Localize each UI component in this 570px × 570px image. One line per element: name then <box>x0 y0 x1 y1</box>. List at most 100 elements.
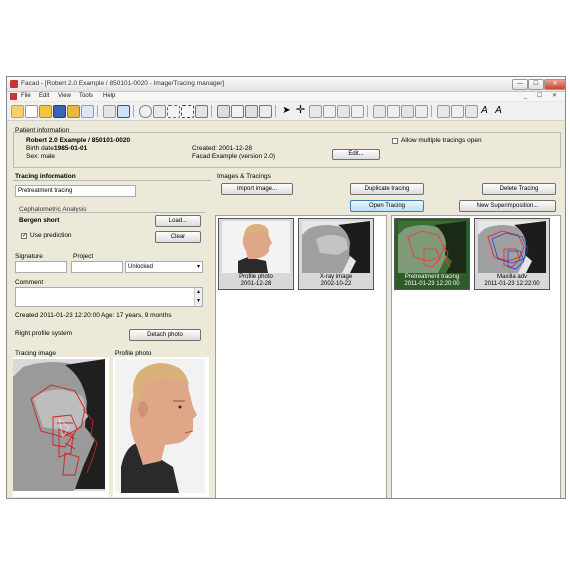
duplicate-tracing-button[interactable]: Duplicate tracing <box>350 183 424 195</box>
detach-photo-button[interactable]: Detach photo <box>129 329 201 341</box>
tracing-image-label: Tracing image <box>15 350 56 357</box>
profile-photo[interactable] <box>113 357 209 497</box>
document-icon <box>10 93 17 100</box>
comment-scrollbar[interactable]: ▲ ▼ <box>194 288 202 306</box>
app-icon <box>10 80 18 88</box>
menu-bar: File Edit View Tools Help _ ☐ ✕ <box>7 92 565 101</box>
close-folder-icon[interactable] <box>67 105 80 118</box>
select-icon[interactable] <box>181 105 194 118</box>
window-title: Facad - [Robert 2.0 Example / 850101-002… <box>21 80 225 87</box>
comment-textarea[interactable]: ▲ ▼ <box>15 287 203 307</box>
mdi-window-buttons[interactable]: _ ☐ ✕ <box>524 92 561 99</box>
lock-status-value: Unlocked <box>128 264 154 270</box>
paste-icon[interactable] <box>103 105 116 118</box>
created-label: Created: 2001-12-28 <box>192 145 252 152</box>
zoom-fit-icon[interactable] <box>167 105 180 118</box>
maximize-button[interactable]: ☐ <box>528 79 544 90</box>
tracing-name-input[interactable]: Pretreatment tracing <box>15 185 136 197</box>
app-window: Facad - [Robert 2.0 Example / 850101-002… <box>6 76 566 499</box>
profile-caption: Profile photo <box>239 274 273 280</box>
new-icon[interactable] <box>11 105 24 118</box>
tracings-list[interactable]: Pretreatment tracing 2011-01-23 12:20:00 <box>391 215 561 498</box>
toolbar: ➤ ✛ A A <box>7 102 565 121</box>
birth-date-value: 1985-01-01 <box>54 145 88 152</box>
open-folder-icon[interactable] <box>39 105 52 118</box>
patient-name: Robert 2.0 Example / 850101-0020 <box>26 137 131 144</box>
copy-icon[interactable] <box>81 105 94 118</box>
crosshair-icon[interactable]: ✛ <box>295 105 306 116</box>
xray-thumbnail <box>302 221 370 273</box>
pretreatment-thumbnail <box>398 221 466 273</box>
new-superimposition-button[interactable]: New Superimposition... <box>459 200 556 212</box>
text-a-icon[interactable]: A <box>479 105 490 116</box>
lock-status-select[interactable]: Unlocked ▾ <box>125 261 203 273</box>
menu-view[interactable]: View <box>58 93 71 99</box>
pretreatment-caption: Pretreatment tracing <box>404 274 460 280</box>
profile-thumbnail <box>222 221 290 273</box>
signature-label: Signature <box>15 253 43 260</box>
page-icon[interactable] <box>231 105 244 118</box>
comment-label: Comment <box>15 279 44 286</box>
needle-icon[interactable] <box>351 105 364 118</box>
load-button[interactable]: Load... <box>155 215 201 227</box>
delete-tracing-button[interactable]: Delete Tracing <box>482 183 556 195</box>
clear-button[interactable]: Clear <box>155 231 201 243</box>
tracing-item-pretreatment[interactable]: Pretreatment tracing 2011-01-23 12:20:00 <box>394 218 470 290</box>
chevron-down-icon: ▾ <box>196 264 200 270</box>
patient-panel: Robert 2.0 Example / 850101-0020 Birth d… <box>13 132 561 168</box>
tooth-tool-icon[interactable] <box>387 105 400 118</box>
allow-multiple-label: Allow multiple tracings open <box>401 137 482 144</box>
xray-date: 2002-10-22 <box>320 281 352 287</box>
menu-file[interactable]: File <box>21 93 31 99</box>
created-line: Created 2011-01-23 12:20:00 <box>15 312 100 319</box>
line-icon[interactable] <box>437 105 450 118</box>
images-section-label: Images & Tracings <box>217 173 271 180</box>
zoom-icon[interactable] <box>139 105 152 118</box>
tracing-image[interactable] <box>13 357 109 497</box>
project-label: Project <box>73 253 94 260</box>
measure-icon[interactable] <box>337 105 350 118</box>
profile-date: 2001-12-28 <box>240 281 272 287</box>
bone-icon[interactable] <box>309 105 322 118</box>
profile-photo-label: Profile photo <box>115 350 152 357</box>
tracing-item-maxilla-adv[interactable]: Maxilla adv 2011-01-23 12:22:00 <box>474 218 550 290</box>
tracing-xray-image <box>13 359 105 491</box>
new-doc-icon[interactable] <box>25 105 38 118</box>
profile-photo-image <box>115 359 205 493</box>
open-tracing-button[interactable]: Open Tracing <box>350 200 424 212</box>
angle-icon[interactable] <box>451 105 464 118</box>
menu-edit[interactable]: Edit <box>39 93 49 99</box>
grid-icon[interactable] <box>195 105 208 118</box>
import-image-button[interactable]: Import image... <box>221 183 293 195</box>
save-icon[interactable] <box>53 105 66 118</box>
image-item-xray[interactable]: X-ray image 2002-10-22 <box>298 218 374 290</box>
signature-input[interactable] <box>15 261 67 273</box>
use-prediction-checkbox[interactable]: ✓ <box>21 233 27 239</box>
images-list[interactable]: Profile photo 2001-12-28 X-ray image 200… <box>215 215 387 498</box>
pointer-icon[interactable]: ➤ <box>281 105 292 116</box>
minimize-button[interactable]: — <box>512 79 528 90</box>
image-item-profile-photo[interactable]: Profile photo 2001-12-28 <box>218 218 294 290</box>
layers-icon[interactable] <box>259 105 272 118</box>
close-button[interactable]: ✕ <box>544 79 565 90</box>
text-a2-icon[interactable]: A <box>493 105 504 116</box>
zoom-out-icon[interactable] <box>153 105 166 118</box>
tooth-icon[interactable] <box>323 105 336 118</box>
edit-button[interactable]: Edit... <box>332 149 380 160</box>
measure2-icon[interactable] <box>465 105 478 118</box>
tool-a-icon[interactable] <box>415 105 428 118</box>
title-bar[interactable]: Facad - [Robert 2.0 Example / 850101-002… <box>7 77 565 92</box>
allow-multiple-checkbox[interactable] <box>392 138 398 144</box>
wrench-icon[interactable] <box>373 105 386 118</box>
menu-help[interactable]: Help <box>103 93 115 99</box>
undo-icon[interactable] <box>117 105 130 118</box>
birth-date-label: Birth date: <box>26 145 56 152</box>
brush-icon[interactable] <box>401 105 414 118</box>
facad-version-label: Facad Example (version 2.0) <box>192 153 276 160</box>
maxilla-caption: Maxilla adv <box>496 274 527 280</box>
menu-tools[interactable]: Tools <box>79 93 93 99</box>
project-input[interactable] <box>71 261 123 273</box>
crop-icon[interactable] <box>245 105 258 118</box>
divider <box>19 212 205 213</box>
rotate-icon[interactable] <box>217 105 230 118</box>
